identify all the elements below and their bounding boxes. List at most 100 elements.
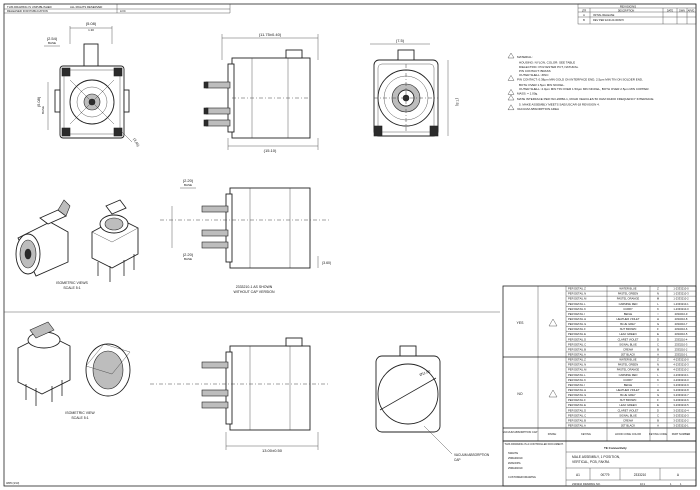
- te-logo: TE Connectivity: [604, 446, 627, 450]
- table-cell-color: NUT BROWN: [620, 398, 637, 402]
- table-cell-color: SIGNAL BLUE: [619, 342, 637, 346]
- table-cell-color: CARMINE RED: [619, 373, 638, 377]
- table-cell-code: L: [657, 373, 659, 377]
- table-cell-color: LEAF GREEN: [619, 403, 636, 407]
- group-yes: YES: [516, 321, 524, 325]
- table-cell-detail: PER DETAIL D: [568, 408, 586, 412]
- th-part: PART NUMBER: [672, 432, 691, 436]
- table-cell-part: 2333210-6: [675, 327, 688, 331]
- table-cell-code: N: [657, 292, 659, 296]
- footer: 2333210 DRAWING NO.: [572, 482, 601, 486]
- caption-vacuum-a: VACUUM ABSORPTION: [454, 453, 490, 457]
- table-cell-color: SIGNAL BLUE: [619, 413, 637, 417]
- table-cell-code: D: [657, 408, 659, 412]
- dim-lower-top-b: BASE: [184, 183, 192, 187]
- dwg-no: 2333210: [634, 473, 647, 477]
- table-cell-part: 2333210-3: [675, 342, 688, 346]
- controlled-doc: THIS DRAWING IS A CONTROLLED DOCUMENT.: [505, 442, 564, 446]
- table-cell-part: 1-2333210-0: [673, 287, 689, 291]
- table-cell-detail: PER DETAIL E: [568, 403, 586, 407]
- table-cell-detail: PER DETAIL I: [568, 383, 585, 387]
- th-finish: FINISH: [548, 432, 557, 436]
- table-cell-part: 3-2333210-8: [673, 388, 689, 392]
- table-cell-part: 1-2333210-2: [673, 297, 689, 301]
- dim-bottom-len: 13.00±0.50: [262, 448, 283, 453]
- note-text: OUTER SHELL: 2.0µm MIN TIN OVER 1.50µm M…: [519, 87, 649, 91]
- table-cell-part: 3-2333210-9: [673, 383, 689, 387]
- title-line-1: MALE ASSEMBLY, 1 POSITION,: [572, 455, 620, 459]
- rev-b-desc: REV PER ECR-20-000970: [593, 18, 624, 22]
- table-cell-code: A: [657, 424, 659, 428]
- table-cell-detail: PER DETAIL K: [568, 378, 586, 382]
- table-cell-color: BEIGE: [624, 312, 632, 316]
- table-cell-part: 1-2333210-1: [673, 302, 689, 306]
- table-cell-code: G: [657, 322, 659, 326]
- dim-left-h-b: BASE: [48, 41, 56, 45]
- rev-a-ltr: A: [583, 13, 585, 17]
- table-cell-detail: PER DETAIL F: [568, 327, 586, 331]
- name-2: 25MAR2019: [508, 456, 523, 460]
- rev-col-dwn: DWN: [679, 9, 685, 12]
- table-cell-code: B: [657, 347, 659, 351]
- table-cell-color: PASTEL ORANGE: [617, 297, 640, 301]
- dim-front-h: (5.08): [36, 96, 41, 107]
- table-cell-code: H: [657, 388, 659, 392]
- revisions-block: REVISIONS LTR DESCRIPTION DATE DWN APVD …: [577, 3, 697, 25]
- isometric-views-top: ISOMETRIC VIEWS SCALE 5:1: [15, 199, 139, 290]
- dim-front-h-b: BASE: [41, 106, 45, 114]
- table-cell-detail: PER DETAIL G: [568, 322, 586, 326]
- table-cell-color: WATER BLUE: [619, 358, 636, 362]
- table-cell-color: CREAM: [623, 418, 633, 422]
- table-cell-part: 3-2333210-1: [673, 424, 689, 428]
- table-cell-color: CLARET VIOLET: [618, 337, 639, 341]
- sheet: 1: [670, 482, 672, 486]
- table-cell-detail: PER DETAIL E: [568, 332, 586, 336]
- customer-label: CUSTOMER DRAWING: [508, 475, 536, 479]
- side-view-no-cap: (2.20) BASE (2.20) BASE (3.60) 2333210-1…: [160, 178, 331, 294]
- table-cell-code: B: [657, 418, 659, 422]
- note-flag-icon: [507, 89, 515, 95]
- table-cell-part: 2333210-7: [675, 322, 688, 326]
- name-4: 25MAR2019: [508, 466, 523, 470]
- table-cell-color: PASTEL ORANGE: [617, 368, 640, 372]
- table-cell-code: K: [657, 378, 659, 382]
- table-cell-detail: PER DETAIL M: [568, 297, 587, 301]
- table-cell-part: 3-2333210-2: [673, 418, 689, 422]
- table-cell-code: E: [657, 403, 659, 407]
- dim-lower-bottom-b: BASE: [184, 257, 192, 261]
- table-cell-color: HEATHER VIOLET: [617, 317, 640, 321]
- table-cell-part: 2333210-9: [675, 312, 688, 316]
- part-number-table: PER DETAIL Z WATER BLUE Z 1-2333210-0 PER DE…: [502, 285, 697, 442]
- dim-diag: (3.45): [132, 138, 140, 148]
- caption-iso-top-a: ISOMETRIC VIEWS: [56, 281, 88, 285]
- of: 1: [680, 482, 682, 486]
- group-no: NO: [517, 392, 523, 396]
- note-text: VACUUM ABSORPTION AREA: [517, 107, 559, 111]
- note-text: PIN CONTACT: 0.38µm MIN GOLD ON INTERFAC…: [517, 77, 643, 81]
- notes: MATERIAL:HOUSING: NYLON, COLOR: SEE TABL…: [507, 52, 654, 111]
- isometric-view-bottom: ISOMETRIC VIEW SCALE 5:1: [17, 321, 131, 420]
- table-cell-code: F: [657, 327, 659, 331]
- caption-variant-b: WITHOUT CAP VERSION: [233, 290, 275, 294]
- note-text: MATE INTERFACE PER ISO-20860-1, ROAD VEH…: [517, 97, 654, 101]
- note-flag-icon: [548, 318, 558, 327]
- th-color: HOOD CONE COLOR: [615, 432, 641, 436]
- name-1: SWHITE: [508, 451, 518, 455]
- note-flag-icon: [507, 94, 515, 101]
- rev-col-date: DATE: [667, 9, 674, 12]
- revisions-title: REVISIONS: [620, 4, 636, 8]
- table-cell-detail: PER DETAIL K: [568, 307, 586, 311]
- table-cell-code: C: [657, 342, 659, 346]
- caption-iso-bottom-a: ISOMETRIC VIEW: [65, 411, 95, 415]
- scale: 10:1: [640, 482, 646, 486]
- dim-side-bottom: (15.10): [264, 148, 277, 153]
- table-cell-code: A: [657, 353, 659, 357]
- dim-end-right: (7.5): [455, 98, 460, 107]
- th-code: KEYING CODE: [649, 432, 667, 436]
- size: A1: [576, 473, 580, 477]
- table-cell-code: M: [657, 368, 660, 372]
- table-cell-part: 3-2333210-5: [673, 403, 689, 407]
- rev-b-ltr: B: [583, 18, 585, 22]
- table-cell-part: 3-2333210-7: [673, 393, 689, 397]
- table-cell-code: I: [658, 383, 659, 387]
